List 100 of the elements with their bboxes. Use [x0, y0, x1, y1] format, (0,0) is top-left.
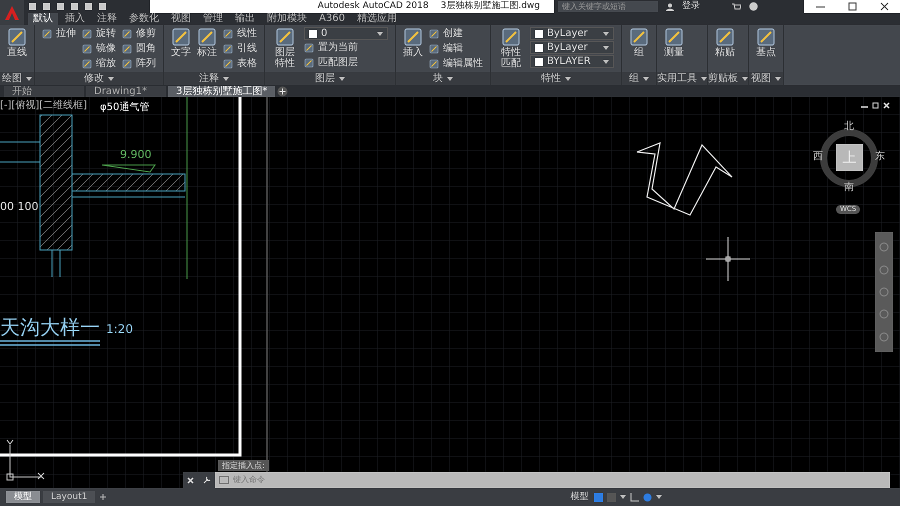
- ribbon-tab[interactable]: 默认: [28, 13, 58, 25]
- ribbon-tool[interactable]: 编辑属性: [429, 57, 483, 71]
- ribbon-tool[interactable]: 拉伸: [42, 27, 76, 41]
- dropdown-field[interactable]: ByLayer: [530, 27, 614, 40]
- caret-icon: [223, 76, 229, 80]
- ribbon-tool[interactable]: 表格: [223, 57, 257, 71]
- crosshair-cursor: [706, 236, 750, 282]
- ribbon-tool[interactable]: 匹配图层: [304, 56, 388, 70]
- command-tooltip: 指定插入点:: [218, 460, 269, 471]
- dropdown-field[interactable]: 0: [304, 27, 388, 40]
- caret-icon: [603, 32, 609, 36]
- ribbon-tab[interactable]: 视图: [166, 13, 196, 25]
- maximize-icon[interactable]: [848, 2, 856, 11]
- tool-icon: [171, 27, 191, 47]
- ribbon-large-tool[interactable]: 插入: [403, 27, 423, 58]
- ribbon-tool[interactable]: 置为当前: [304, 41, 388, 55]
- ribbon-tool[interactable]: 圆角: [122, 42, 156, 56]
- ribbon-tab[interactable]: 注释: [92, 13, 122, 25]
- ribbon-tool[interactable]: 创建: [429, 27, 483, 41]
- ortho-icon[interactable]: [630, 492, 640, 502]
- compass-label: 南: [844, 183, 854, 193]
- panel-title[interactable]: 修改: [35, 72, 163, 85]
- tool-icon: [304, 58, 314, 68]
- dropdown-field[interactable]: ByLayer: [530, 41, 614, 54]
- ribbon-large-tool[interactable]: 文字: [171, 27, 191, 58]
- ribbon-tab[interactable]: 输出: [230, 13, 260, 25]
- dropdown-field[interactable]: BYLAYER: [530, 55, 614, 68]
- cart-icon[interactable]: [732, 2, 741, 10]
- ribbon-large-tool[interactable]: 粘贴: [715, 27, 735, 58]
- ribbon-large-tool[interactable]: 标注: [197, 27, 217, 58]
- compass-label: 西: [813, 152, 823, 162]
- tool-icon: [82, 29, 92, 39]
- caret-icon: [377, 32, 383, 36]
- command-input[interactable]: 键入命令: [233, 474, 886, 486]
- ribbon-large-tool[interactable]: 直线: [7, 27, 27, 58]
- app-logo-icon: [4, 4, 20, 20]
- ribbon-tab[interactable]: 精选应用: [352, 13, 402, 25]
- search-field[interactable]: 键入关键字或短语: [558, 1, 658, 12]
- panel-title[interactable]: 块: [396, 72, 490, 85]
- viewport-label: [-][俯视][二维线框]: [0, 100, 88, 111]
- caret-icon: [620, 495, 626, 499]
- ribbon-tool[interactable]: 线性: [223, 27, 257, 41]
- command-prompt-icon: [219, 476, 229, 484]
- tool-icon: [82, 44, 92, 54]
- ribbon-large-tool[interactable]: 图层特性: [272, 27, 298, 69]
- tool-icon: [275, 27, 295, 47]
- caret-icon: [603, 60, 609, 64]
- restore-icon[interactable]: [872, 102, 879, 109]
- ribbon-tool[interactable]: 旋转: [82, 27, 116, 41]
- tool-icon: [122, 59, 132, 69]
- caret-icon: [742, 76, 748, 80]
- panel-title[interactable]: 组: [622, 72, 656, 85]
- ribbon-tool[interactable]: 引线: [223, 42, 257, 56]
- ribbon-large-tool[interactable]: 特性匹配: [498, 27, 524, 69]
- panel-title[interactable]: 特性: [491, 72, 621, 85]
- user-icon: [666, 2, 674, 10]
- panel-title[interactable]: 图层: [265, 72, 395, 85]
- ribbon-tab[interactable]: 参数化: [124, 13, 164, 25]
- ribbon-tab[interactable]: 附加模块: [262, 13, 312, 25]
- tool-icon: [429, 29, 439, 39]
- tool-icon: [223, 29, 233, 39]
- ribbon-tab[interactable]: A360: [314, 13, 350, 25]
- caret-icon: [565, 76, 571, 80]
- layout-tab[interactable]: Layout1: [43, 491, 96, 503]
- tool-icon: [501, 27, 521, 47]
- panel-title[interactable]: 实用工具: [657, 72, 707, 85]
- ribbon-tool[interactable]: 缩放: [82, 57, 116, 71]
- ribbon-tool[interactable]: 阵列: [122, 57, 156, 71]
- caret-icon: [108, 76, 114, 80]
- ribbon-tab[interactable]: 管理: [198, 13, 228, 25]
- compass-label: 北: [844, 122, 854, 132]
- file-tab[interactable]: Drawing1*: [86, 86, 166, 97]
- ribbon-large-tool[interactable]: 组: [629, 27, 649, 58]
- tool-icon: [223, 44, 233, 54]
- add-layout-icon[interactable]: [98, 492, 108, 502]
- sign-in-link[interactable]: 登录: [682, 2, 700, 11]
- ribbon-large-tool[interactable]: 测量: [664, 27, 684, 58]
- caret-icon: [656, 495, 662, 499]
- model-space-button[interactable]: 模型: [568, 492, 590, 502]
- caret-icon: [26, 76, 32, 80]
- add-tab-icon[interactable]: [277, 86, 288, 97]
- panel-title[interactable]: 剪贴板: [708, 72, 748, 85]
- ribbon-tool[interactable]: 镜像: [82, 42, 116, 56]
- panel-title[interactable]: 绘图: [0, 72, 34, 85]
- caret-icon: [447, 76, 453, 80]
- file-tab[interactable]: 开始: [4, 86, 84, 97]
- wrench-icon[interactable]: [202, 476, 211, 484]
- close-icon[interactable]: [880, 2, 888, 11]
- panel-title[interactable]: 注释: [164, 72, 264, 85]
- caret-icon: [339, 76, 345, 80]
- ribbon-tool[interactable]: 修剪: [122, 27, 156, 41]
- ribbon-tab[interactable]: 插入: [60, 13, 90, 25]
- ribbon-tool[interactable]: 编辑: [429, 42, 483, 56]
- tool-icon: [122, 29, 132, 39]
- file-name: 3层独栋别墅施工图.dwg: [440, 2, 540, 11]
- ribbon-large-tool[interactable]: 基点: [756, 27, 776, 58]
- pipe-note: φ50通气管: [100, 102, 150, 113]
- panel-title[interactable]: 视图: [749, 72, 783, 85]
- file-tab[interactable]: 3层独栋别墅施工图*: [168, 86, 276, 97]
- caret-icon: [701, 76, 707, 80]
